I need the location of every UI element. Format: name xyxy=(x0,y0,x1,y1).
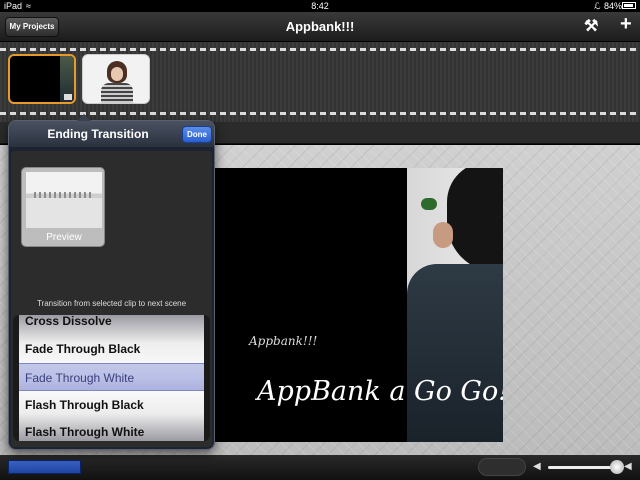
progress-indicator xyxy=(8,460,81,474)
picker-option-selected[interactable]: Fade Through White xyxy=(19,363,204,391)
wrench-icon[interactable]: ⚒ xyxy=(584,16,598,36)
popover-arrow xyxy=(77,114,91,121)
video-overlay-subtitle: Appbank!!! xyxy=(249,334,318,348)
preview-pier xyxy=(34,192,94,198)
transition-marker-icon xyxy=(64,94,72,100)
battery-icon xyxy=(622,2,636,9)
bluetooth-icon: ℒ xyxy=(594,1,601,11)
battery-percent: 84% xyxy=(604,1,623,11)
picker-option[interactable]: Fade Through Black xyxy=(19,335,204,363)
video-person-ear xyxy=(433,222,453,248)
popover-title: Ending Transition xyxy=(47,127,149,141)
popover-header: Ending Transition Done xyxy=(9,121,214,147)
picker-option[interactable]: Cross Dissolve xyxy=(19,315,204,335)
video-person-hair xyxy=(447,168,503,272)
picker-wheel: Cross Dissolve Fade Through Black Fade T… xyxy=(19,315,204,441)
volume-low-icon: ◀ xyxy=(533,461,541,472)
transition-hint: Transition from selected clip to next sc… xyxy=(36,299,187,308)
volume-slider[interactable] xyxy=(548,466,616,469)
video-person-shirt xyxy=(407,264,503,442)
plus-icon[interactable]: + xyxy=(620,13,632,36)
film-perforation-top xyxy=(0,48,640,51)
video-overlay-title: AppBank a Go Go! xyxy=(257,376,503,407)
ending-transition-popover: Ending Transition Done Preview Transitio… xyxy=(8,114,215,450)
volume-slider-knob[interactable] xyxy=(610,460,624,474)
status-time: 8:42 xyxy=(311,1,329,11)
clip-strip xyxy=(0,42,640,122)
nav-bar: My Projects Appbank!!! ⚒ + xyxy=(0,12,640,42)
picker-option[interactable]: Flash Through White xyxy=(19,418,204,441)
bottom-toolbar: ◀ ◀ xyxy=(0,455,640,480)
transition-picker[interactable]: Cross Dissolve Fade Through Black Fade T… xyxy=(13,315,210,441)
picker-option[interactable]: Flash Through Black xyxy=(19,391,204,419)
popover-body: Preview Transition from selected clip to… xyxy=(11,151,212,447)
clip-thumbnail-selected[interactable] xyxy=(8,54,76,104)
film-perforation-bottom xyxy=(0,112,640,115)
video-preview[interactable]: Appbank!!! AppBank a Go Go! xyxy=(215,168,503,442)
done-button[interactable]: Done xyxy=(182,126,212,143)
preview-image xyxy=(26,172,102,228)
clip-thumb-face xyxy=(111,67,123,81)
project-title: Appbank!!! xyxy=(285,19,355,34)
preview-label: Preview xyxy=(46,232,82,243)
play-button[interactable] xyxy=(478,458,526,476)
volume-high-icon: ◀ xyxy=(624,461,632,472)
video-leaf xyxy=(421,198,437,210)
clip-thumbnail[interactable] xyxy=(82,54,150,104)
status-bar: iPad ≈ 8:42 ℒ 84% xyxy=(0,0,640,12)
clip-thumb-body xyxy=(101,83,133,103)
transition-preview-button[interactable]: Preview xyxy=(21,167,105,247)
